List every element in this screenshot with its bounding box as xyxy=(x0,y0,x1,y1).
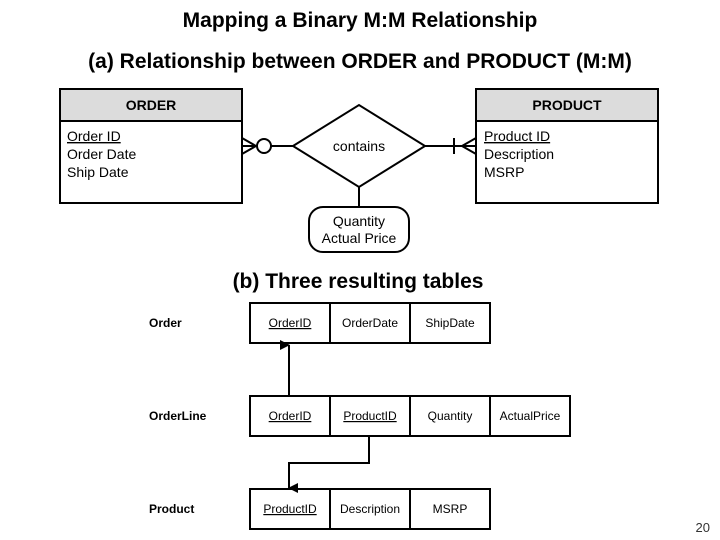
relationship-attr: Actual Price xyxy=(322,230,397,246)
table-name: Product xyxy=(149,502,194,516)
fk-arrow-orderline-to-product xyxy=(288,436,370,493)
crows-foot-zero-many-icon xyxy=(241,137,293,155)
entity-product-attr: Description xyxy=(484,146,554,162)
table-column: ShipDate xyxy=(425,316,475,330)
entity-order-name: ORDER xyxy=(126,97,177,113)
entity-order-attr: Order Date xyxy=(67,146,136,162)
table-order: Order OrderID OrderDate ShipDate xyxy=(149,302,491,344)
table-column: ActualPrice xyxy=(500,409,561,423)
table-product: Product ProductID Description MSRP xyxy=(149,488,491,530)
table-column: Description xyxy=(340,502,400,516)
entity-order: ORDER Order ID Order Date Ship Date xyxy=(59,88,243,204)
entity-order-attr: Ship Date xyxy=(67,164,129,180)
entity-product-attr-key: Product ID xyxy=(484,128,550,144)
entity-product-attr: MSRP xyxy=(484,164,524,180)
table-column-key: ProductID xyxy=(263,502,317,516)
relationship-attr: Quantity xyxy=(333,213,385,229)
table-column-key: ProductID xyxy=(343,409,397,423)
relationship-attributes: Quantity Actual Price xyxy=(308,187,410,253)
table-orderline: OrderLine OrderID ProductID Quantity ActualP… xyxy=(149,395,571,437)
table-name: OrderLine xyxy=(149,409,207,423)
crows-foot-one-many-icon xyxy=(425,137,477,155)
table-column: OrderDate xyxy=(342,316,398,330)
entity-order-attr-key: Order ID xyxy=(67,128,121,144)
relational-tables: Order OrderID OrderDate ShipDateOrderLine Or… xyxy=(149,302,571,530)
entity-product: PRODUCT Product ID Description MSRP xyxy=(475,88,659,204)
table-column: Quantity xyxy=(428,409,473,423)
entity-product-name: PRODUCT xyxy=(532,97,602,113)
page-number: 20 xyxy=(695,520,710,535)
table-name: Order xyxy=(149,316,182,330)
er-diagram-canvas: ORDER Order ID Order Date Ship Date PROD… xyxy=(59,88,659,530)
table-column: MSRP xyxy=(433,502,468,516)
table-column-key: OrderID xyxy=(269,409,312,423)
table-column-key: OrderID xyxy=(269,316,312,330)
relationship-label: contains xyxy=(333,138,385,154)
relationship-contains: contains xyxy=(291,103,427,189)
